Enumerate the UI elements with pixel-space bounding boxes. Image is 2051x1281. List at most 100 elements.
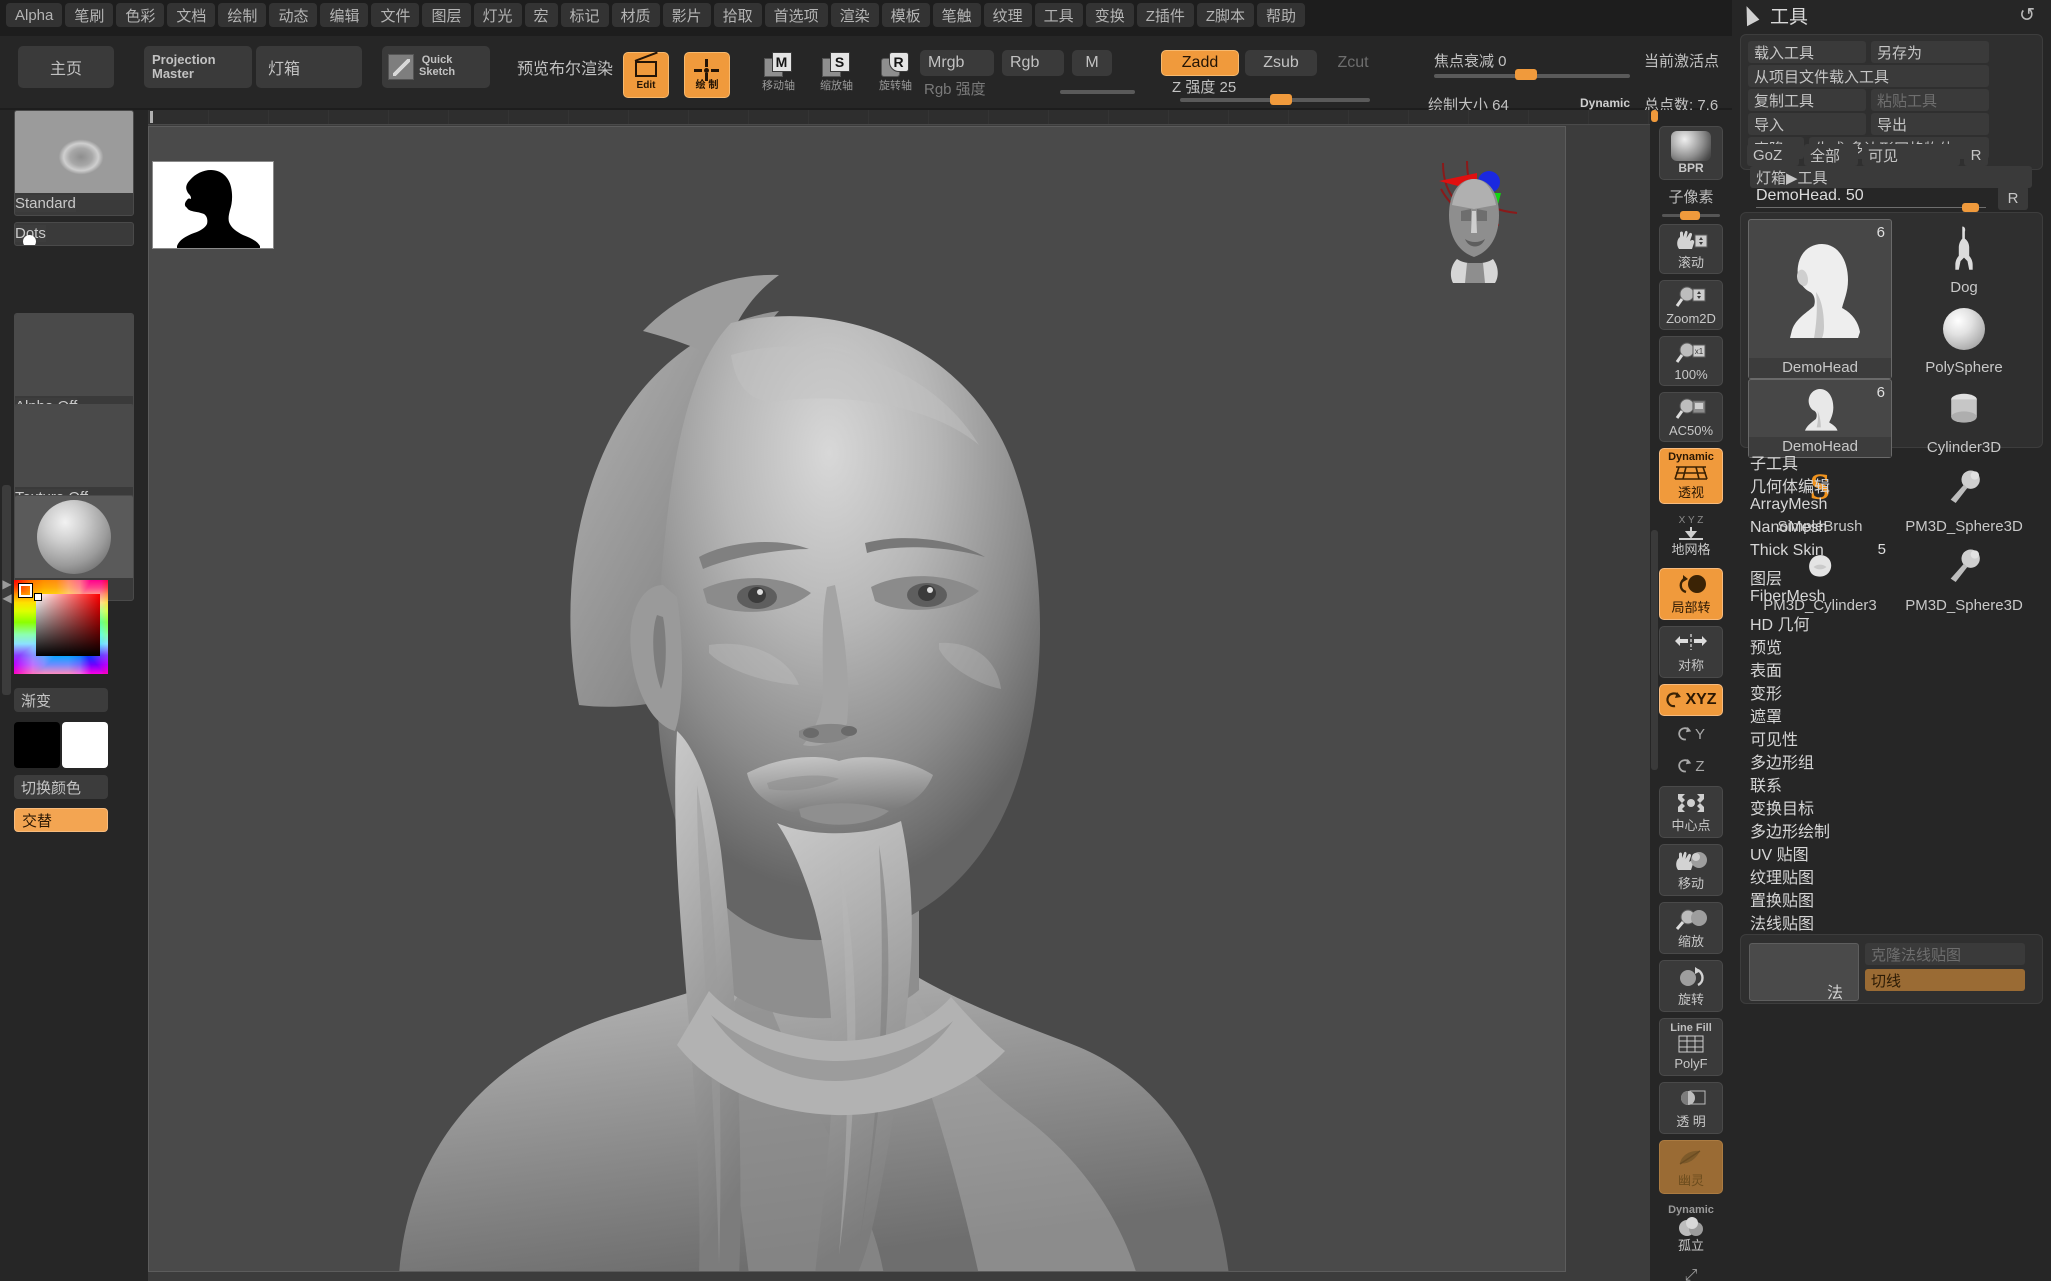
- floor-grid-button[interactable]: X Y Z 地网格: [1659, 510, 1723, 562]
- refresh-icon[interactable]: ↺: [2019, 4, 2035, 27]
- save-as-button[interactable]: 另存为: [1871, 41, 1989, 63]
- import-button[interactable]: 导入: [1748, 113, 1866, 135]
- reference-thumbnail[interactable]: [152, 161, 274, 249]
- z-symmetry-button[interactable]: Z: [1659, 752, 1723, 780]
- projection-master-button[interactable]: Projection Master: [144, 46, 252, 88]
- load-from-project-button[interactable]: 从项目文件载入工具: [1748, 65, 1989, 87]
- bpr-button[interactable]: BPR: [1659, 126, 1723, 180]
- menu-normal-map[interactable]: 法线贴图: [1750, 910, 1814, 934]
- menu-geometry[interactable]: 几何体编辑: [1750, 473, 1830, 497]
- quick-sketch-button[interactable]: Quick Sketch: [382, 46, 490, 88]
- menu-morph-target[interactable]: 变换目标: [1750, 795, 1814, 819]
- menu-6[interactable]: 编辑: [320, 3, 369, 27]
- scale-button[interactable]: 缩放: [1659, 902, 1723, 954]
- ghost-button[interactable]: 幽灵: [1659, 1140, 1723, 1194]
- z-intensity-label[interactable]: Z 强度 25: [1172, 76, 1236, 97]
- menu-23[interactable]: Z脚本: [1196, 3, 1255, 27]
- solo-button[interactable]: Dynamic 孤立: [1659, 1200, 1723, 1258]
- sculpt-model[interactable]: [279, 145, 1279, 1272]
- scroll-button[interactable]: 滚动: [1659, 224, 1723, 274]
- m-button[interactable]: M: [1072, 50, 1112, 76]
- menu-subtool[interactable]: 子工具: [1750, 450, 1798, 474]
- focal-shift-label[interactable]: 焦点衰减 0: [1434, 50, 1507, 71]
- canvas-document[interactable]: [148, 126, 1566, 1272]
- secondary-color-swatch[interactable]: [62, 722, 108, 768]
- menu-11[interactable]: 标记: [560, 3, 609, 27]
- menu-visibility[interactable]: 可见性: [1750, 726, 1798, 750]
- tool-demohead-large[interactable]: 6 DemoHead: [1748, 219, 1892, 379]
- actual-size-button[interactable]: x1 100%: [1659, 336, 1723, 386]
- menu-17[interactable]: 模板: [881, 3, 930, 27]
- transparency-button[interactable]: 透 明: [1659, 1082, 1723, 1134]
- menu-21[interactable]: 变换: [1085, 3, 1134, 27]
- menu-4[interactable]: 绘制: [218, 3, 267, 27]
- menu-0[interactable]: Alpha: [6, 3, 63, 27]
- symmetry-button[interactable]: 对称: [1659, 626, 1723, 678]
- menu-22[interactable]: Z插件: [1136, 3, 1194, 27]
- menu-polygroups[interactable]: 多边形组: [1750, 749, 1814, 773]
- menu-5[interactable]: 动态: [269, 3, 318, 27]
- menu-fibermesh[interactable]: FiberMesh: [1750, 588, 1826, 606]
- clone-normal-map-button[interactable]: 克隆法线贴图: [1865, 943, 2025, 965]
- ac50-button[interactable]: AC50%: [1659, 392, 1723, 442]
- menu-2[interactable]: 色彩: [116, 3, 165, 27]
- perspective-button[interactable]: Dynamic 透视: [1659, 448, 1723, 504]
- menu-18[interactable]: 笔触: [932, 3, 981, 27]
- lightbox-tool-button[interactable]: 灯箱▶工具: [1750, 166, 2032, 188]
- alternate-button[interactable]: 交替: [14, 808, 108, 832]
- menu-15[interactable]: 首选项: [764, 3, 828, 27]
- menu-uv-map[interactable]: UV 贴图: [1750, 841, 1809, 865]
- brush-selector[interactable]: Standard: [14, 110, 134, 216]
- menu-thick-skin[interactable]: Thick Skin: [1750, 542, 1824, 560]
- tool-polysphere[interactable]: PolySphere: [1892, 299, 2036, 378]
- zadd-button[interactable]: Zadd: [1161, 50, 1239, 76]
- primary-color-swatch[interactable]: [14, 722, 60, 768]
- canvas-area[interactable]: [148, 110, 1650, 1281]
- color-gradient-square[interactable]: [36, 594, 100, 656]
- menu-texture-map[interactable]: 纹理贴图: [1750, 864, 1814, 888]
- stroke-selector[interactable]: Dots: [14, 222, 134, 246]
- menu-arraymesh[interactable]: ArrayMesh: [1750, 496, 1827, 514]
- sidebar-collapse-toggle[interactable]: ▶ ◀: [0, 570, 14, 612]
- menu-preview[interactable]: 预览: [1750, 634, 1782, 658]
- menu-displacement[interactable]: 置换贴图: [1750, 887, 1814, 911]
- current-tool-slider[interactable]: DemoHead. 50 R: [1750, 186, 2032, 212]
- copy-tool-button[interactable]: 复制工具: [1748, 89, 1866, 111]
- rgb-intensity-slider-track[interactable]: [1060, 90, 1135, 94]
- move-axis-button[interactable]: M 移动轴: [762, 52, 795, 93]
- scale-axis-button[interactable]: S 缩放轴: [820, 52, 853, 93]
- rgb-intensity-label[interactable]: Rgb 强度: [924, 78, 986, 99]
- y-symmetry-button[interactable]: Y: [1659, 720, 1723, 748]
- menu-8[interactable]: 图层: [422, 3, 471, 27]
- switch-color-button[interactable]: 切换颜色: [14, 775, 108, 799]
- current-tool-slider-knob[interactable]: [1962, 203, 1979, 212]
- fullscreen-button[interactable]: ⤢: [1659, 1262, 1723, 1281]
- tangent-button[interactable]: 切线: [1865, 969, 2025, 991]
- focal-shift-slider-knob[interactable]: [1515, 69, 1537, 80]
- gradient-button[interactable]: 渐变: [14, 688, 108, 712]
- menu-10[interactable]: 宏: [524, 3, 558, 27]
- menu-nanomesh[interactable]: NanoMesh: [1750, 519, 1827, 537]
- rotate-axis-button[interactable]: R 旋转轴: [879, 52, 912, 93]
- menu-16[interactable]: 渲染: [830, 3, 879, 27]
- zsub-button[interactable]: Zsub: [1245, 50, 1317, 76]
- tool-pm3d-sphere3d-lower[interactable]: PM3D_Sphere3D: [1892, 537, 2036, 616]
- menu-masking[interactable]: 遮罩: [1750, 703, 1782, 727]
- navigation-head-widget[interactable]: [1441, 175, 1507, 285]
- goz-r-button[interactable]: R: [1964, 144, 1988, 166]
- polyframe-button[interactable]: Line Fill PolyF: [1659, 1018, 1723, 1076]
- home-button[interactable]: 主页: [18, 46, 114, 88]
- zcut-button[interactable]: Zcut: [1322, 50, 1384, 76]
- center-button[interactable]: 中心点: [1659, 786, 1723, 838]
- menu-19[interactable]: 纹理: [983, 3, 1032, 27]
- all-button[interactable]: 全部: [1804, 144, 1858, 166]
- tool-dog[interactable]: Dog: [1892, 219, 2036, 298]
- color-picker[interactable]: [14, 580, 108, 674]
- zoom2d-button[interactable]: Zoom2D: [1659, 280, 1723, 330]
- tool-cylinder3d[interactable]: Cylinder3D: [1892, 379, 2036, 458]
- move-button[interactable]: 移动: [1659, 844, 1723, 896]
- goz-button[interactable]: GoZ: [1747, 144, 1799, 166]
- load-tool-button[interactable]: 载入工具: [1748, 41, 1866, 63]
- export-button[interactable]: 导出: [1871, 113, 1989, 135]
- preview-boolean-render-button[interactable]: 预览布尔渲染: [498, 46, 632, 88]
